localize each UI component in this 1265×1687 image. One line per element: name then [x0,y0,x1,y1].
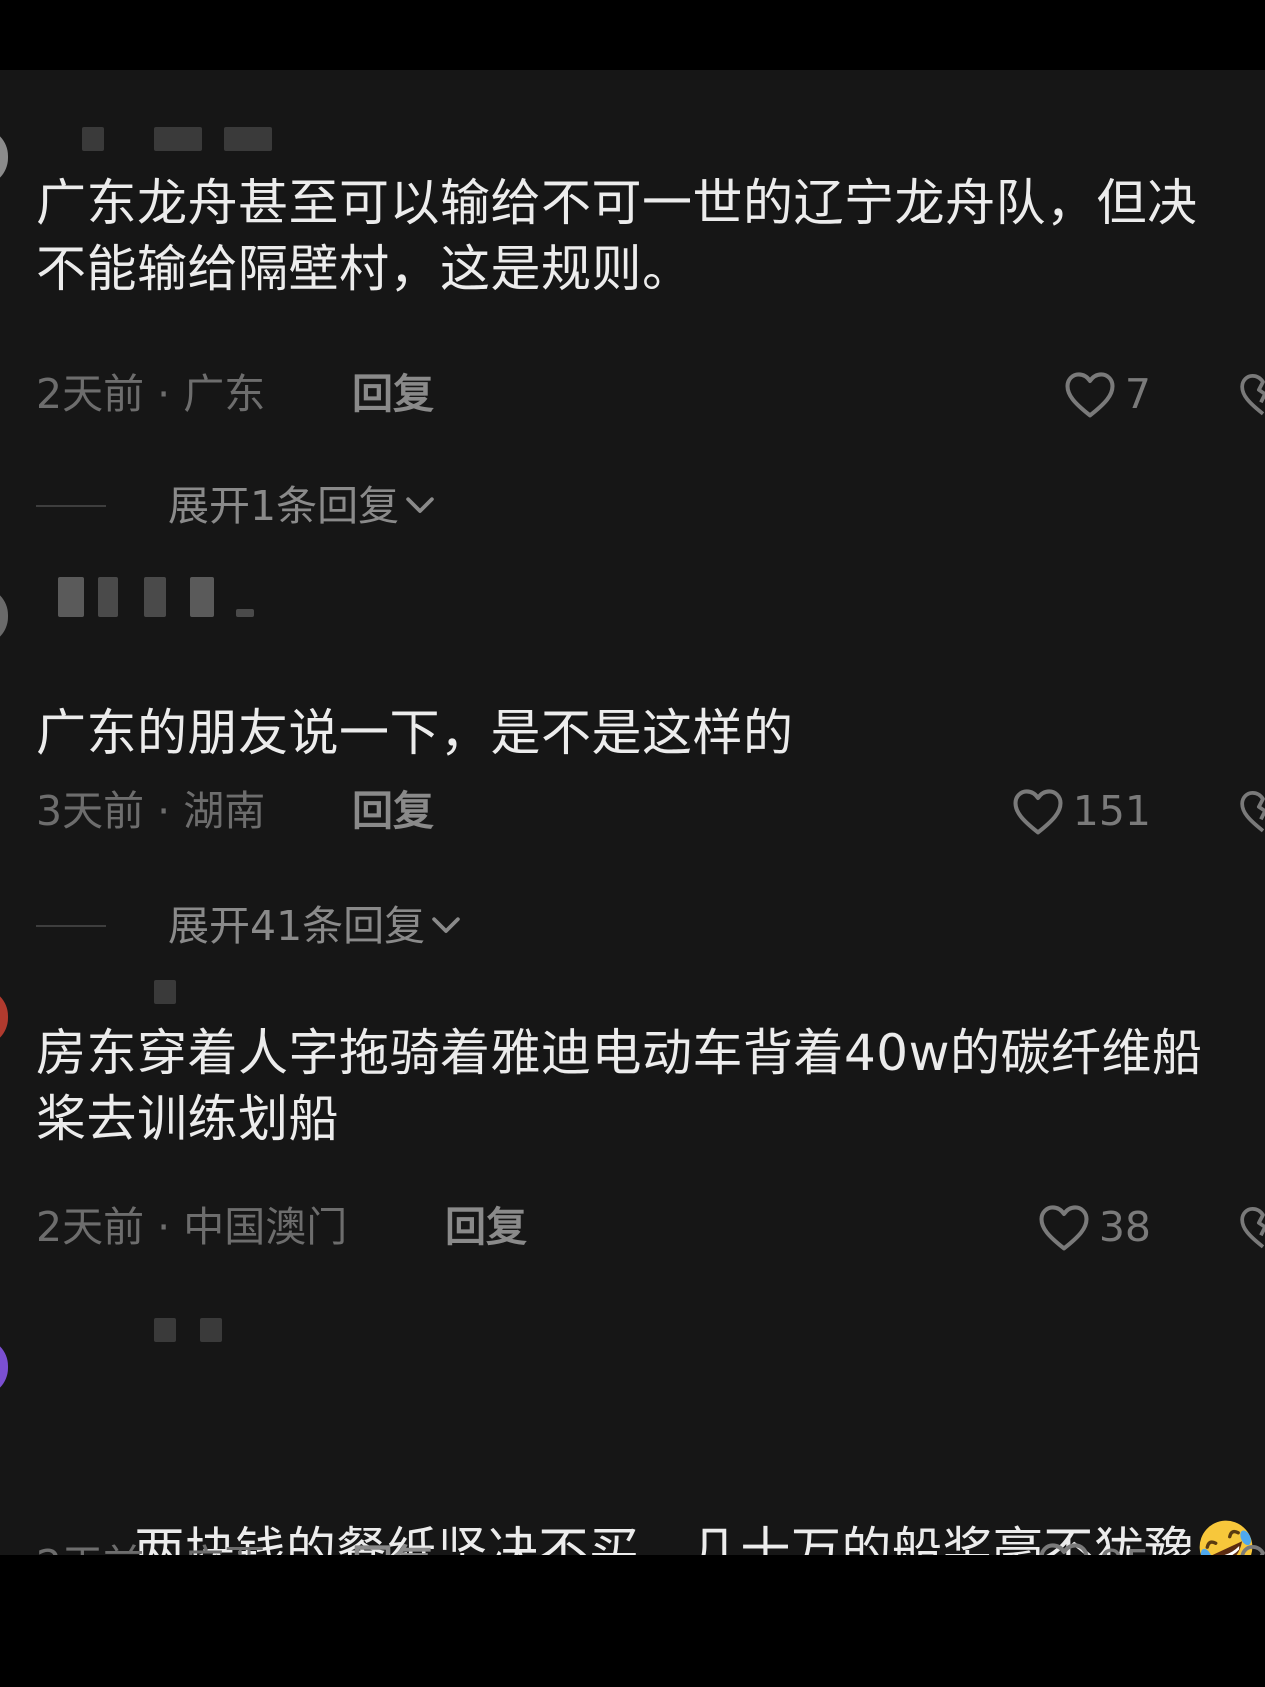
like-button[interactable]: 95 [1037,1540,1151,1555]
comment-time: 2天前 [36,1541,144,1555]
username-blurred[interactable] [36,980,296,1006]
comment-list: 广东龙舟甚至可以输给不可一世的辽宁龙舟队，但决 不能输给隔壁村，这是规则。 2天… [0,70,1265,1555]
comment-meta: 2天前 · 广东 [36,369,265,419]
thread-line [36,925,106,927]
heart-outline-icon [1039,1205,1089,1251]
comment-location: 广西 [183,1541,265,1555]
expand-replies-label: 展开41条回复 [168,902,426,950]
avatar[interactable] [0,988,8,1046]
like-count: 151 [1072,787,1151,835]
meta-separator: · [144,787,184,835]
broken-heart-icon[interactable] [1238,786,1265,836]
like-count: 38 [1098,1203,1151,1251]
comment-meta: 2天前 · 中国澳门 [36,1202,347,1252]
meta-separator: · [144,1203,184,1251]
comment-time: 2天前 [36,370,145,418]
broken-heart-icon[interactable] [1238,1540,1265,1555]
username-blurred[interactable] [36,127,296,153]
reply-button[interactable]: 回复 [445,1202,527,1252]
like-count: 7 [1124,370,1151,418]
comment-text: 广东的朋友说一下，是不是这样的 [36,704,794,762]
chevron-down-icon [406,497,434,513]
expand-replies-label: 展开1条回复 [168,482,400,530]
comment-location: 广东 [183,370,266,418]
username-blurred[interactable] [36,577,296,617]
comment-meta: 2天前 · 广西 [36,1540,265,1555]
reply-button[interactable]: 回复 [352,1540,434,1555]
comment-time: 2天前 [36,1203,145,1251]
broken-heart-icon[interactable] [1238,369,1265,419]
reply-button[interactable]: 回复 [352,369,434,419]
username-blurred[interactable] [36,1318,296,1344]
heart-outline-icon [1065,372,1115,418]
heart-outline-icon [1039,1543,1089,1555]
expand-replies-button[interactable]: 展开1条回复 [36,481,437,531]
like-count: 95 [1099,1540,1151,1555]
comment-text: 房东穿着人字拖骑着雅迪电动车背着40w的碳纤维船 桨去训练划船 [36,1024,1203,1148]
meta-separator: · [144,1541,183,1555]
like-button[interactable]: 7 [1063,369,1151,419]
comment-text-content: 两块钱的餐纸坚决不买，几十万的船桨毫不犹豫 [134,1522,1195,1555]
avatar[interactable] [0,128,8,186]
thread-line [36,505,106,507]
reply-button[interactable]: 回复 [352,786,434,836]
comment-location: 中国澳门 [183,1203,348,1251]
avatar[interactable] [0,1338,8,1396]
chevron-down-icon [432,917,460,933]
meta-separator: · [144,370,184,418]
broken-heart-icon[interactable] [1238,1202,1265,1252]
like-button[interactable]: 38 [1037,1202,1151,1252]
comment-meta: 3天前 · 湖南 [36,786,265,836]
expand-replies-button[interactable]: 展开41条回复 [36,901,463,951]
comment-text: 广东龙舟甚至可以输给不可一世的辽宁龙舟队，但决 不能输给隔壁村，这是规则。 [36,174,1198,298]
avatar[interactable] [0,587,8,645]
comment-location: 湖南 [183,787,266,835]
comment-time: 3天前 [36,787,145,835]
heart-outline-icon [1013,789,1063,835]
like-button[interactable]: 151 [1011,786,1151,836]
